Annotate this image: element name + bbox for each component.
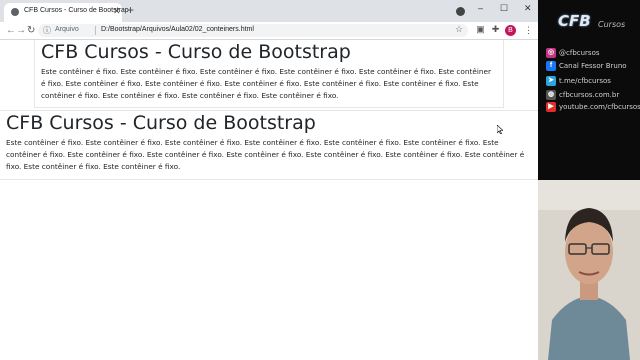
social-label: t.me/cfbcursos (559, 77, 611, 85)
address-divider (95, 26, 96, 35)
fluid-container-text: Este contêiner é fixo. Este contêiner é … (6, 138, 525, 171)
tab-strip: CFB Cursos - Curso de Bootstrap ✕ + – ☐ … (0, 0, 538, 22)
youtube-icon: ▶ (546, 102, 556, 112)
fixed-container-heading: CFB Cursos - Curso de Bootstrap (41, 41, 351, 63)
close-window-button[interactable]: ✕ (524, 3, 532, 13)
extensions-puzzle-icon[interactable]: ✚ (491, 25, 500, 34)
telegram-icon: ➤ (546, 76, 556, 86)
web-icon: ◍ (546, 90, 556, 100)
tab-search-icon[interactable] (456, 7, 465, 16)
maximize-button[interactable]: ☐ (500, 3, 508, 13)
address-scheme: Arquivo (55, 26, 79, 33)
logo-text: CFB (558, 12, 591, 30)
webcam-presenter (538, 180, 640, 360)
globe-icon (11, 8, 19, 16)
screenshot-extension-icon[interactable]: ▣ (476, 25, 485, 34)
address-url[interactable]: D:/Bootstrap/Arquivos/Aula02/02_conteine… (101, 26, 254, 33)
bookmark-star-icon[interactable]: ☆ (455, 24, 463, 35)
instagram-icon: ◎ (546, 48, 556, 58)
cfb-logo: CFB Cursos (546, 8, 634, 38)
social-label: Canal Fessor Bruno (559, 62, 627, 70)
social-label: @cfbcursos (559, 49, 600, 57)
address-bar[interactable]: ⓘ Arquivo D:/Bootstrap/Arquivos/Aula02/0… (38, 24, 468, 37)
social-label: cfbcursos.com.br (559, 91, 620, 99)
fixed-container: CFB Cursos - Curso de Bootstrap Este con… (34, 40, 504, 108)
facebook-icon: f (546, 61, 556, 71)
minimize-button[interactable]: – (478, 3, 483, 13)
tab-close-icon[interactable]: ✕ (113, 6, 121, 16)
reload-button[interactable]: ↻ (27, 25, 35, 36)
social-label: youtube.com/cfbcursos (559, 103, 640, 111)
page-viewport: CFB Cursos - Curso de Bootstrap Este con… (0, 40, 538, 360)
browser-toolbar: ← → ↻ ⓘ Arquivo D:/Bootstrap/Arquivos/Au… (0, 22, 538, 40)
new-tab-button[interactable]: + (127, 4, 134, 16)
fluid-container: CFB Cursos - Curso de Bootstrap Este con… (0, 110, 538, 180)
fixed-container-text: Este contêiner é fixo. Este contêiner é … (41, 67, 492, 100)
mouse-cursor-icon (497, 125, 503, 134)
fluid-container-heading: CFB Cursos - Curso de Bootstrap (6, 112, 316, 134)
back-button[interactable]: ← (6, 25, 16, 36)
browser-window: CFB Cursos - Curso de Bootstrap ✕ + – ☐ … (0, 0, 538, 360)
browser-tab[interactable]: CFB Cursos - Curso de Bootstrap ✕ (4, 3, 129, 22)
logo-subtext: Cursos (598, 20, 626, 29)
browser-menu-icon[interactable]: ⋮ (524, 25, 533, 36)
forward-button[interactable]: → (16, 25, 26, 36)
info-icon[interactable]: ⓘ (43, 25, 51, 36)
profile-avatar[interactable]: B (505, 25, 516, 36)
side-panel: CFB Cursos ◎ @cfbcursos f Canal Fessor B… (538, 0, 640, 360)
